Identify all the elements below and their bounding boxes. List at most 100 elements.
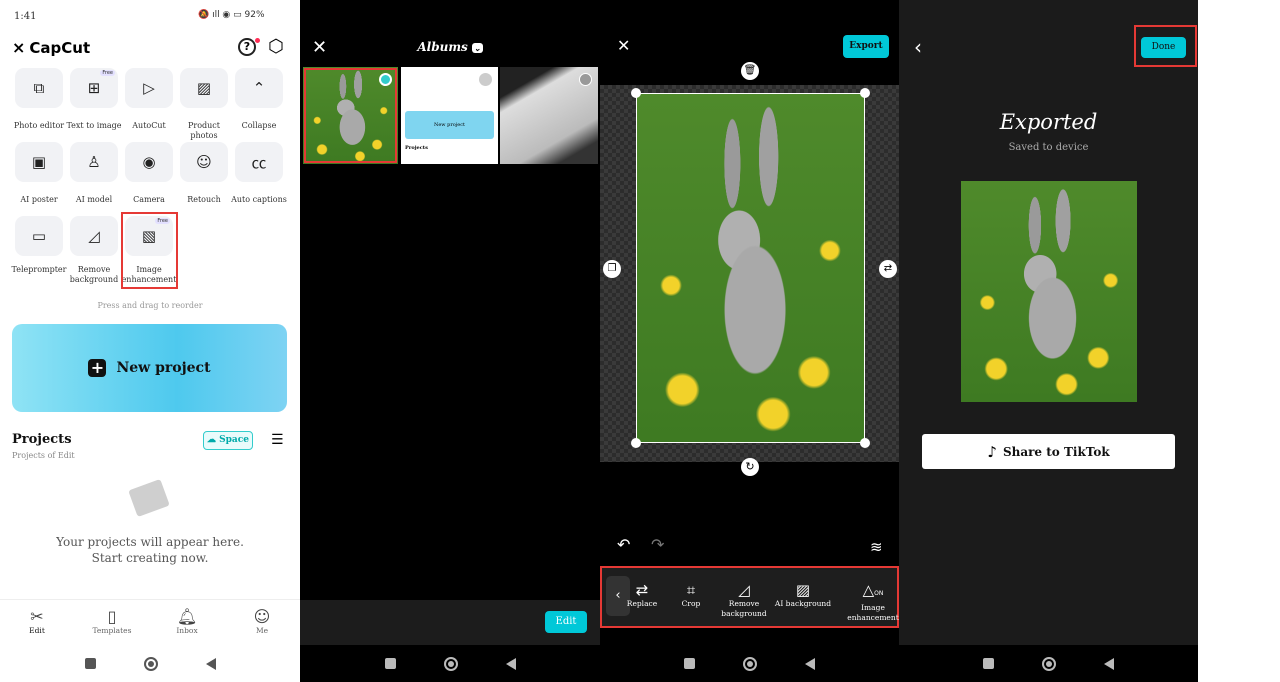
- resize-handle[interactable]: [631, 438, 641, 448]
- new-project-button[interactable]: + New project: [12, 324, 287, 412]
- home-icon[interactable]: [143, 656, 158, 671]
- photo-editor-icon: ⧉: [33, 79, 45, 97]
- nav-templates[interactable]: ▯ Templates: [82, 607, 142, 636]
- battery-level: 92%: [244, 10, 265, 20]
- tool-retouch[interactable]: ☺: [180, 142, 228, 182]
- redo-icon[interactable]: ↷: [651, 535, 664, 554]
- photo-thumb-screenshot[interactable]: New project Projects: [401, 67, 498, 164]
- tool-ai-model[interactable]: ♙: [70, 142, 118, 182]
- tool-remove-background[interactable]: ◿ Remove background: [714, 581, 774, 619]
- notification-dot: [255, 38, 260, 43]
- tool-label: Camera: [133, 195, 165, 204]
- back-icon[interactable]: [205, 657, 216, 670]
- reorder-hint: Press and drag to reorder: [97, 301, 203, 310]
- tool-collapse[interactable]: ⌃: [235, 68, 283, 108]
- back-icon[interactable]: [805, 657, 815, 670]
- delete-icon[interactable]: 🗑︎: [741, 62, 759, 80]
- photo-thumb-laptop[interactable]: [500, 67, 598, 164]
- tiktok-icon: ♪: [987, 442, 997, 461]
- recents-icon[interactable]: [684, 658, 695, 669]
- tool-image-enhancement[interactable]: △ON Image enhancement: [843, 581, 899, 623]
- templates-icon: ▯: [107, 607, 117, 626]
- tool-label: Retouch: [187, 195, 221, 204]
- tool-teleprompter[interactable]: ▭: [15, 216, 63, 256]
- layers-icon[interactable]: ≋: [870, 538, 883, 556]
- divider: [0, 599, 300, 600]
- tool-text-to-image[interactable]: ⊞ Free: [70, 68, 118, 108]
- nav-edit[interactable]: ✂ Edit: [7, 608, 67, 636]
- tool-label: Collapse: [241, 121, 277, 130]
- select-indicator[interactable]: [579, 73, 592, 86]
- status-time: 1:41: [14, 11, 37, 22]
- plus-icon: +: [88, 359, 107, 377]
- person-icon: ☺: [253, 607, 271, 626]
- recents-icon[interactable]: [84, 658, 96, 669]
- retouch-icon: ☺: [196, 153, 212, 171]
- help-icon[interactable]: ?: [238, 38, 256, 56]
- export-button[interactable]: Export: [843, 35, 889, 58]
- tool-camera[interactable]: ◉: [125, 142, 173, 182]
- capcut-logo: ⨯ CapCut: [12, 38, 90, 57]
- tool-autocut[interactable]: ▷: [125, 68, 173, 108]
- home-icon[interactable]: [443, 656, 458, 671]
- tool-ai-background[interactable]: ▨ AI background: [773, 581, 833, 609]
- edit-button[interactable]: Edit: [545, 611, 587, 633]
- settings-icon[interactable]: ⬡: [268, 36, 284, 57]
- tool-photo-editor[interactable]: ⧉: [15, 68, 63, 108]
- tool-label: Text to image: [66, 121, 122, 130]
- home-icon[interactable]: [1042, 656, 1056, 671]
- canvas-image[interactable]: [636, 93, 865, 443]
- close-icon[interactable]: ✕: [617, 36, 630, 55]
- resize-handle[interactable]: [860, 438, 870, 448]
- new-project-label: New project: [116, 360, 211, 376]
- exported-screen: ‹ Done Exported Saved to device ♪ Share …: [899, 0, 1198, 682]
- capcut-logo-icon: ⨯: [12, 38, 26, 57]
- chevron-down-icon: ⌄: [471, 43, 483, 53]
- home-icon[interactable]: [743, 656, 757, 671]
- tool-crop[interactable]: ⌗ Crop: [661, 581, 721, 609]
- duplicate-icon[interactable]: ❐: [603, 260, 621, 278]
- ai-model-icon: ♙: [87, 153, 101, 171]
- tool-label: AI poster: [20, 195, 58, 204]
- tool-label: Crop: [681, 599, 701, 608]
- nav-inbox[interactable]: 🔔︎ Inbox: [157, 607, 217, 636]
- rotate-icon[interactable]: ↻: [741, 458, 759, 476]
- back-icon[interactable]: [505, 657, 516, 670]
- recents-icon[interactable]: [983, 658, 994, 669]
- app-name: CapCut: [29, 38, 91, 57]
- resize-handle[interactable]: [631, 88, 641, 98]
- bottom-bar: Edit: [300, 600, 600, 645]
- exported-subtitle: Saved to device: [1008, 142, 1089, 153]
- text-to-image-icon: ⊞: [87, 79, 101, 97]
- resize-handle[interactable]: [860, 88, 870, 98]
- tool-auto-captions[interactable]: ㏄: [235, 142, 283, 182]
- select-indicator[interactable]: [479, 73, 492, 86]
- albums-dropdown[interactable]: Albums ⌄: [300, 40, 600, 54]
- back-icon[interactable]: [1104, 657, 1114, 670]
- remove-background-icon: ◿: [738, 581, 750, 599]
- tool-product-photos[interactable]: ▨: [180, 68, 228, 108]
- thumb-text: New project: [405, 111, 494, 139]
- bell-icon: 🔔︎: [176, 607, 198, 626]
- share-to-tiktok-button[interactable]: ♪ Share to TikTok: [922, 434, 1175, 469]
- product-photos-icon: ▨: [196, 79, 212, 97]
- nav-label: Templates: [92, 626, 132, 635]
- tool-ai-poster[interactable]: ▣: [15, 142, 63, 182]
- remove-background-icon: ◿: [88, 227, 100, 245]
- tool-label: Teleprompter: [11, 265, 67, 274]
- nav-me[interactable]: ☺ Me: [232, 607, 292, 636]
- system-nav: [0, 645, 300, 682]
- back-arrow-icon[interactable]: ‹: [914, 35, 922, 59]
- thumb-text: Projects: [405, 145, 428, 151]
- sort-list-icon[interactable]: ☰: [271, 432, 284, 448]
- space-button[interactable]: ☁ Space: [203, 431, 253, 450]
- recents-icon[interactable]: [384, 658, 396, 669]
- chevron-up-icon: ⌃: [252, 79, 266, 97]
- editor-screen: ✕ Export 🗑︎ ❐ ⇄ ↻ ↶ ↷ ≋ ‹ ⇄ Replace ⌗ Crop…: [600, 0, 899, 682]
- tool-label: Auto captions: [231, 195, 287, 204]
- undo-icon[interactable]: ↶: [617, 535, 630, 554]
- free-badge: Free: [100, 70, 115, 76]
- film-illustration-icon: [128, 479, 170, 517]
- flip-icon[interactable]: ⇄: [879, 260, 897, 278]
- tool-remove-background[interactable]: ◿: [70, 216, 118, 256]
